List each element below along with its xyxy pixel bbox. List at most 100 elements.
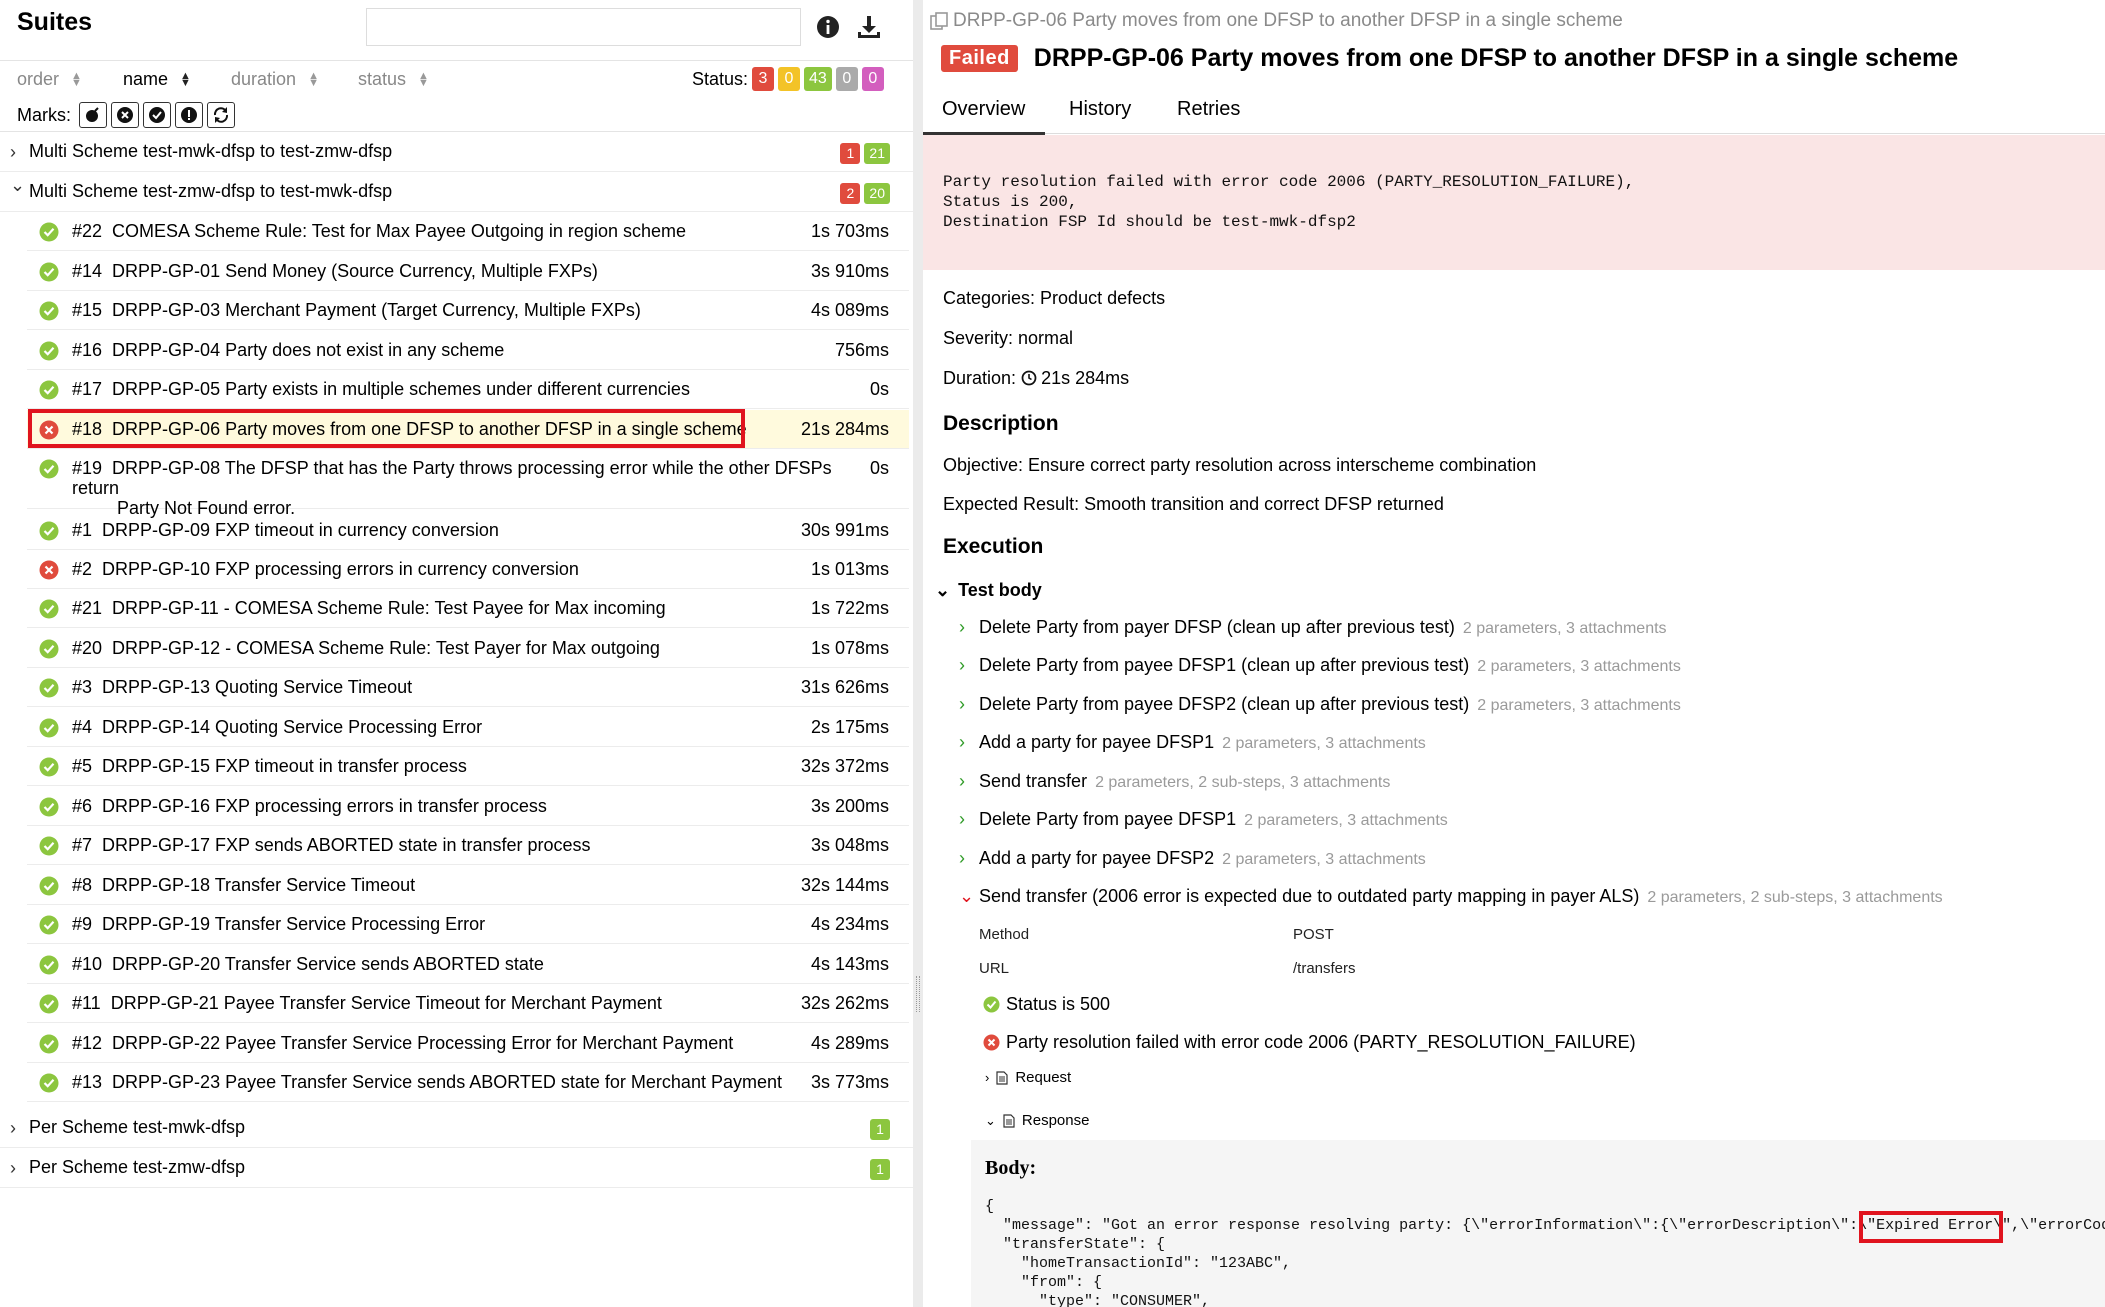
test-case-name: #21 DRPP-GP-11 - COMESA Scheme Rule: Test… bbox=[72, 598, 666, 619]
sort-name[interactable]: name ▲ ▼ bbox=[123, 69, 191, 90]
unknown-count-badge[interactable]: 0 bbox=[861, 67, 884, 91]
test-case-row[interactable]: #19 DRPP-GP-08 The DFSP that has the Part… bbox=[27, 449, 909, 518]
test-case-duration: 4s 234ms bbox=[810, 914, 889, 934]
pane-splitter[interactable] bbox=[913, 0, 923, 1307]
test-case-duration: 4s 089ms bbox=[810, 300, 889, 320]
test-case-row[interactable]: #20 DRPP-GP-12 - COMESA Scheme Rule: Test… bbox=[27, 629, 909, 668]
sort-status[interactable]: status ▲ ▼ bbox=[358, 69, 429, 90]
test-case-title: DRPP-GP-21 Payee Transfer Service Timeou… bbox=[110, 993, 662, 1013]
test-case-row[interactable]: #17 DRPP-GP-05 Party exists in multiple s… bbox=[27, 370, 909, 409]
sort-duration-label: duration bbox=[231, 69, 297, 89]
test-case-row[interactable]: #1 DRPP-GP-09 FXP timeout in currency con… bbox=[27, 511, 909, 550]
test-case-row[interactable]: #12 DRPP-GP-22 Payee Transfer Service Pro… bbox=[27, 1024, 909, 1063]
step-item[interactable]: › Send transfer 2 parameters, 2 sub-steps,… bbox=[959, 771, 1390, 792]
passed-count-badge[interactable]: 43 bbox=[804, 67, 832, 91]
test-case-row[interactable]: #11 DRPP-GP-21 Payee Transfer Service Tim… bbox=[27, 984, 909, 1023]
broken-count-badge[interactable]: 0 bbox=[778, 67, 800, 91]
test-case-title: COMESA Scheme Rule: Test for Max Payee O… bbox=[112, 221, 686, 241]
sort-duration[interactable]: duration ▲ ▼ bbox=[231, 69, 319, 90]
test-case-row[interactable]: #2 DRPP-GP-10 FXP processing errors in cu… bbox=[27, 550, 909, 589]
step-item[interactable]: › Delete Party from payee DFSP1 2 paramete… bbox=[959, 809, 1448, 830]
suite-group[interactable]: ⌄ Multi Scheme test-zmw-dfsp to test-mwk-… bbox=[0, 172, 913, 212]
attachment-response[interactable]: ⌄ Response bbox=[985, 1112, 1089, 1129]
test-case-row[interactable]: #8 DRPP-GP-18 Transfer Service Timeout 32s… bbox=[27, 866, 909, 905]
test-case-duration: 30s 991ms bbox=[800, 520, 889, 540]
step-item[interactable]: › Add a party for payee DFSP1 2 parameters… bbox=[959, 732, 1426, 753]
test-body-toggle[interactable]: ⌄ Test body bbox=[935, 580, 1042, 601]
download-icon[interactable] bbox=[856, 14, 882, 40]
chevron-down-icon: ⌄ bbox=[10, 175, 26, 195]
test-case-number: #7 bbox=[72, 835, 93, 855]
test-case-name: #6 DRPP-GP-16 FXP processing errors in tr… bbox=[72, 796, 547, 817]
test-case-number: #13 bbox=[72, 1072, 103, 1092]
tab-overview[interactable]: Overview bbox=[923, 98, 1046, 135]
step-item[interactable]: › Delete Party from payer DFSP (clean up … bbox=[959, 617, 1667, 638]
test-case-row[interactable]: #6 DRPP-GP-16 FXP processing errors in tr… bbox=[27, 787, 909, 826]
substep-passed[interactable]: Status is 500 bbox=[983, 994, 1110, 1015]
chevron-down-icon: ⌄ bbox=[935, 580, 951, 600]
search-input[interactable] bbox=[366, 8, 801, 46]
mark-new-failed-button[interactable] bbox=[111, 102, 139, 128]
test-case-number: #17 bbox=[72, 379, 103, 399]
suite-group[interactable]: › Per Scheme test-zmw-dfsp 1 bbox=[0, 1148, 913, 1188]
suite-group-counts: 1 bbox=[870, 1119, 890, 1140]
mark-retries-button[interactable] bbox=[207, 102, 235, 128]
app-root: Suites order ▲ ▼ name ▲ ▼ duration ▲ ▼ status ▲… bbox=[0, 0, 2105, 1307]
sort-bar: order ▲ ▼ name ▲ ▼ duration ▲ ▼ status ▲ ▼ Statu… bbox=[0, 66, 913, 96]
test-case-row[interactable]: #5 DRPP-GP-15 FXP timeout in transfer pro… bbox=[27, 747, 909, 786]
test-case-title: DRPP-GP-15 FXP timeout in transfer proce… bbox=[102, 756, 467, 776]
test-case-row[interactable]: #3 DRPP-GP-13 Quoting Service Timeout 31s … bbox=[27, 668, 909, 707]
test-case-row[interactable]: #22 COMESA Scheme Rule: Test for Max Paye… bbox=[27, 212, 909, 251]
test-case-duration: 756ms bbox=[834, 340, 889, 360]
mark-new-passed-button[interactable] bbox=[143, 102, 171, 128]
test-case-number: #14 bbox=[72, 261, 103, 281]
tab-history[interactable]: History bbox=[1069, 98, 1131, 121]
step-name: Delete Party from payee DFSP1 bbox=[979, 809, 1237, 829]
test-case-row[interactable]: #9 DRPP-GP-19 Transfer Service Processing… bbox=[27, 905, 909, 944]
step-item[interactable]: › Delete Party from payee DFSP1 (clean up… bbox=[959, 655, 1681, 676]
sort-order[interactable]: order ▲ ▼ bbox=[17, 69, 82, 90]
test-case-row[interactable]: #7 DRPP-GP-17 FXP sends ABORTED state in … bbox=[27, 826, 909, 865]
test-case-row[interactable]: #21 DRPP-GP-11 - COMESA Scheme Rule: Test… bbox=[27, 589, 909, 628]
test-case-number: #12 bbox=[72, 1033, 103, 1053]
bomb-icon bbox=[86, 107, 99, 122]
title-row: Failed DRPP-GP-06 Party moves from one D… bbox=[941, 44, 1958, 73]
test-case-row[interactable]: #4 DRPP-GP-14 Quoting Service Processing … bbox=[27, 708, 909, 747]
test-case-row[interactable]: #16 DRPP-GP-04 Party does not exist in an… bbox=[27, 331, 909, 370]
info-icon[interactable] bbox=[815, 14, 841, 40]
test-case-number: #1 bbox=[72, 520, 93, 540]
breadcrumb[interactable]: DRPP-GP-06 Party moves from one DFSP to … bbox=[929, 10, 1623, 32]
test-case-row[interactable]: #15 DRPP-GP-03 Merchant Payment (Target C… bbox=[27, 291, 909, 330]
suite-group[interactable]: › Multi Scheme test-mwk-dfsp to test-zmw-… bbox=[0, 132, 913, 172]
test-case-duration: 0s bbox=[869, 379, 889, 399]
suite-group[interactable]: › Per Scheme test-mwk-dfsp 1 bbox=[0, 1108, 913, 1148]
skipped-count-badge[interactable]: 0 bbox=[835, 67, 858, 91]
test-case-name: #1 DRPP-GP-09 FXP timeout in currency con… bbox=[72, 520, 499, 541]
tab-retries[interactable]: Retries bbox=[1177, 98, 1240, 121]
chevron-down-icon: ⌄ bbox=[959, 886, 975, 906]
attachment-request[interactable]: › Request bbox=[985, 1069, 1071, 1086]
mark-new-broken-button[interactable] bbox=[175, 102, 203, 128]
test-case-row[interactable]: #10 DRPP-GP-20 Transfer Service sends ABO… bbox=[27, 945, 909, 984]
test-case-duration: 4s 143ms bbox=[810, 954, 889, 974]
test-case-row[interactable]: #14 DRPP-GP-01 Send Money (Source Currenc… bbox=[27, 252, 909, 291]
failed-count-badge[interactable]: 3 bbox=[752, 67, 774, 91]
duration-value: 21s 284ms bbox=[1041, 368, 1130, 388]
passed-count-badge: 1 bbox=[870, 1159, 890, 1180]
step-item[interactable]: › Delete Party from payee DFSP2 (clean up… bbox=[959, 694, 1681, 715]
test-case-title: DRPP-GP-09 FXP timeout in currency conve… bbox=[102, 520, 499, 540]
test-case-duration: 3s 773ms bbox=[810, 1072, 889, 1092]
step-item[interactable]: ⌄ Send transfer (2006 error is expected d… bbox=[959, 886, 1943, 907]
new-failed-icon bbox=[117, 107, 133, 123]
sort-order-label: order bbox=[17, 69, 60, 89]
passed-status-icon bbox=[39, 639, 59, 659]
passed-status-icon bbox=[39, 521, 59, 541]
response-body-panel: Body: { "message": "Got an error respons… bbox=[971, 1140, 2105, 1307]
test-case-row[interactable]: #18 DRPP-GP-06 Party moves from one DFSP … bbox=[27, 410, 909, 449]
mark-flaky-button[interactable] bbox=[79, 102, 107, 128]
substep-failed[interactable]: Party resolution failed with error code … bbox=[983, 1032, 1636, 1053]
step-item[interactable]: › Add a party for payee DFSP2 2 parameters… bbox=[959, 848, 1426, 869]
test-case-row[interactable]: #13 DRPP-GP-23 Payee Transfer Service sen… bbox=[27, 1063, 909, 1102]
test-case-name: #22 COMESA Scheme Rule: Test for Max Paye… bbox=[72, 221, 686, 242]
test-case-title: DRPP-GP-22 Payee Transfer Service Proces… bbox=[112, 1033, 734, 1053]
